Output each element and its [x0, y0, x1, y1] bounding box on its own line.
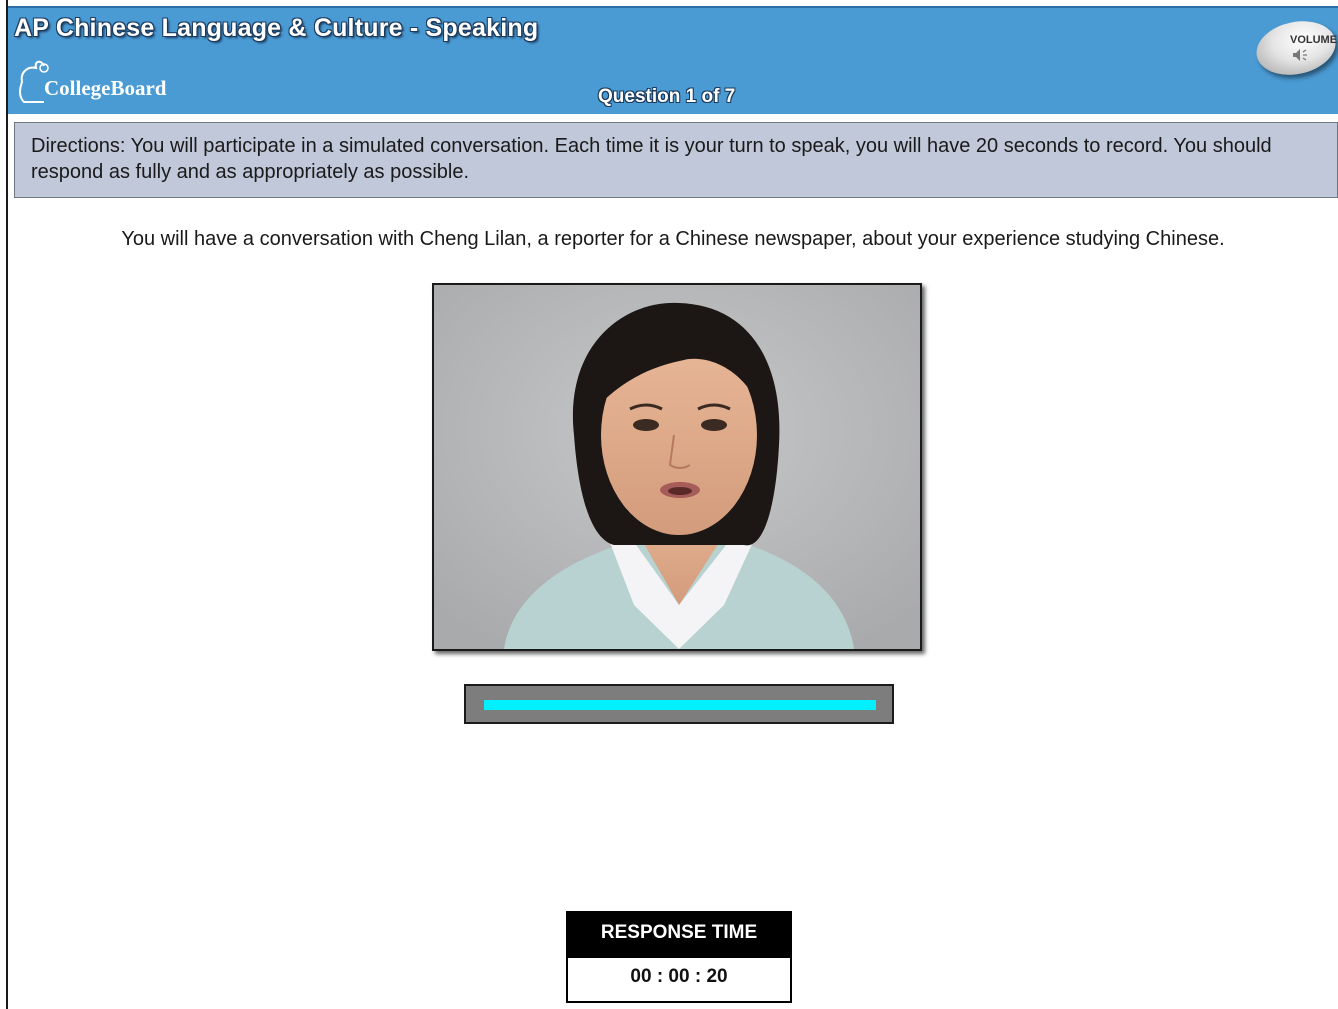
response-timer: RESPONSE TIME 00 : 00 : 20 [566, 911, 792, 1003]
header-bar: AP Chinese Language & Culture - Speaking… [8, 6, 1338, 114]
speaker-photo [432, 283, 922, 651]
volume-button[interactable]: VOLUME [1251, 14, 1338, 82]
logo-text: CollegeBoard [44, 76, 167, 100]
directions-panel: Directions: You will participate in a si… [14, 122, 1338, 198]
audio-progress-bar [464, 684, 894, 724]
collegeboard-logo: CollegeBoard [14, 58, 194, 110]
speaker-portrait-image [434, 285, 920, 649]
response-time-label: RESPONSE TIME [568, 913, 790, 958]
volume-label: VOLUME [1290, 34, 1338, 46]
audio-progress-fill [484, 700, 876, 710]
speaker-icon [1293, 49, 1307, 61]
conversation-prompt: You will have a conversation with Cheng … [121, 228, 1225, 250]
app-title: AP Chinese Language & Culture - Speaking [14, 14, 539, 42]
exam-window: AP Chinese Language & Culture - Speaking… [6, 0, 1338, 1009]
response-time-value: 00 : 00 : 20 [630, 966, 728, 987]
question-indicator: Question 1 of 7 [598, 86, 736, 107]
